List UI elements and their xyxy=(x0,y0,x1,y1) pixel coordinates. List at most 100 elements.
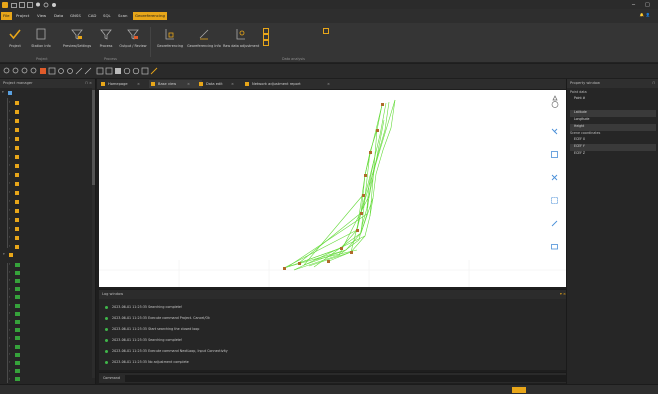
extent-icon[interactable] xyxy=(550,196,559,205)
zoom-window-icon[interactable] xyxy=(21,67,29,75)
ribbon-georeferencing-button[interactable]: Georeferencing xyxy=(153,28,187,58)
view-globe-icon[interactable] xyxy=(132,67,140,75)
tab-network-adjustment-report[interactable]: Network adjustment report × xyxy=(243,80,342,88)
expand-icon[interactable]: › xyxy=(9,170,10,179)
open-folder-icon[interactable] xyxy=(11,2,17,8)
zoom-out-icon[interactable] xyxy=(12,67,20,75)
tab-homepage[interactable]: Homepage × xyxy=(99,80,152,88)
close-icon[interactable]: × xyxy=(187,80,190,88)
expand-icon[interactable]: › xyxy=(9,116,10,125)
expand-icon[interactable]: › xyxy=(9,125,10,134)
tree-item-scan[interactable]: › xyxy=(0,98,92,107)
property-row-ecef-y[interactable]: ECEF Y xyxy=(570,144,656,151)
box-select-icon[interactable] xyxy=(48,67,56,75)
maximize-button[interactable]: □ xyxy=(645,2,650,8)
measure-tool-icon[interactable] xyxy=(550,219,559,228)
menu-project[interactable]: Project xyxy=(14,12,31,20)
status-mode-badge[interactable] xyxy=(512,387,526,393)
property-row-latitude[interactable]: Latitude xyxy=(570,110,656,117)
ribbon-option-3[interactable] xyxy=(263,40,271,46)
undo-icon[interactable] xyxy=(43,2,49,8)
tree-root[interactable]: ▾ xyxy=(0,88,92,97)
layout-grid-icon[interactable] xyxy=(114,67,122,75)
rotate-view-icon[interactable] xyxy=(550,173,559,182)
pencil-icon[interactable] xyxy=(150,67,158,75)
tab-data-edit[interactable]: Data edit × xyxy=(197,80,246,88)
tree-item-scan[interactable]: › xyxy=(0,125,92,134)
menu-scan[interactable]: Scan xyxy=(116,12,129,20)
menu-sql[interactable]: SQL xyxy=(101,12,113,20)
expand-icon[interactable]: › xyxy=(9,188,10,197)
tree-item-scan[interactable]: › xyxy=(0,170,92,179)
tab-base-view[interactable]: Base view × xyxy=(149,80,202,88)
menu-file[interactable]: File xyxy=(1,12,12,20)
ribbon-station-info-button[interactable]: Station info xyxy=(27,28,55,58)
minimize-button[interactable]: ─ xyxy=(632,2,635,8)
rotate-icon[interactable] xyxy=(57,67,65,75)
expand-icon[interactable]: › xyxy=(9,161,10,170)
tree-item-scan[interactable]: › xyxy=(0,215,92,224)
expand-icon[interactable]: › xyxy=(9,98,10,107)
property-row-height[interactable]: Height xyxy=(570,124,656,131)
scrollbar-thumb[interactable] xyxy=(92,90,95,185)
measure-angle-icon[interactable] xyxy=(75,67,83,75)
ribbon-option-4[interactable] xyxy=(323,28,331,34)
ribbon-raw-adjustment-button[interactable]: Raw data adjustment xyxy=(223,28,259,58)
close-icon[interactable]: × xyxy=(231,80,234,88)
panel-pin-icon[interactable]: ⊓ × xyxy=(85,79,92,88)
expand-icon[interactable]: › xyxy=(9,215,10,224)
menu-georeferencing[interactable]: Georeferencing xyxy=(133,12,167,20)
tree-group[interactable]: ▾ xyxy=(0,250,92,259)
zoom-extent-icon[interactable] xyxy=(30,67,38,75)
save-icon[interactable] xyxy=(19,1,25,8)
snapshot-icon[interactable] xyxy=(550,242,559,251)
layout-split-icon[interactable] xyxy=(105,67,113,75)
tree-item-scan[interactable]: › xyxy=(0,152,92,161)
project-tree-scrollbar[interactable] xyxy=(92,88,95,378)
menu-gnss[interactable]: GNSS xyxy=(68,12,83,20)
expand-icon[interactable]: › xyxy=(9,233,10,242)
menu-data[interactable]: Data xyxy=(52,12,65,20)
tree-item-scan[interactable]: › xyxy=(0,206,92,215)
ribbon-process-button[interactable]: Process xyxy=(96,28,116,58)
expand-icon[interactable]: ▾ xyxy=(3,250,5,259)
menu-cad[interactable]: CAD xyxy=(86,12,98,20)
tree-item-scan[interactable]: › xyxy=(0,116,92,125)
fit-view-icon[interactable] xyxy=(550,127,559,136)
expand-icon[interactable]: › xyxy=(9,134,10,143)
view-3d-icon[interactable] xyxy=(123,67,131,75)
expand-icon[interactable]: › xyxy=(9,143,10,152)
property-pin-icon[interactable]: ⊓ xyxy=(652,79,655,88)
property-row-ecef-z[interactable]: ECEF Z xyxy=(570,151,656,158)
tree-item-scan[interactable]: › xyxy=(0,179,92,188)
expand-icon[interactable]: › xyxy=(9,224,10,233)
expand-icon[interactable]: › xyxy=(9,197,10,206)
location-pin-icon[interactable] xyxy=(35,2,41,8)
tree-item-scan[interactable]: › xyxy=(0,188,92,197)
settings-gear-icon[interactable] xyxy=(51,2,57,8)
bell-icon[interactable]: 🔔 xyxy=(640,13,644,17)
tree-item-scan[interactable]: › xyxy=(0,161,92,170)
close-icon[interactable]: × xyxy=(137,80,140,88)
zoom-to-icon[interactable] xyxy=(550,150,559,159)
tree-item-scan[interactable]: › xyxy=(0,143,92,152)
property-row-longitude[interactable]: Longitude xyxy=(570,117,656,124)
export-icon[interactable] xyxy=(27,1,33,8)
collapse-icon[interactable]: ▾ xyxy=(2,88,4,97)
menu-view[interactable]: View xyxy=(35,12,48,20)
expand-icon[interactable]: › xyxy=(9,152,10,161)
ribbon-output-review-button[interactable]: Output / Review xyxy=(118,28,148,58)
tree-item-scan[interactable]: › xyxy=(0,134,92,143)
zoom-in-icon[interactable] xyxy=(3,67,11,75)
expand-icon[interactable]: › xyxy=(9,107,10,116)
user-icon[interactable]: 👤 xyxy=(646,13,650,17)
expand-icon[interactable]: › xyxy=(9,206,10,215)
tree-item-scan[interactable]: › xyxy=(0,197,92,206)
tree-item-scan[interactable]: › xyxy=(0,233,92,242)
measure-distance-icon[interactable] xyxy=(84,67,92,75)
tree-item-image[interactable]: › xyxy=(0,375,92,384)
close-icon[interactable]: × xyxy=(327,80,330,88)
layout-single-icon[interactable] xyxy=(96,67,104,75)
layers-icon[interactable] xyxy=(141,67,149,75)
tree-item-scan[interactable]: › xyxy=(0,107,92,116)
